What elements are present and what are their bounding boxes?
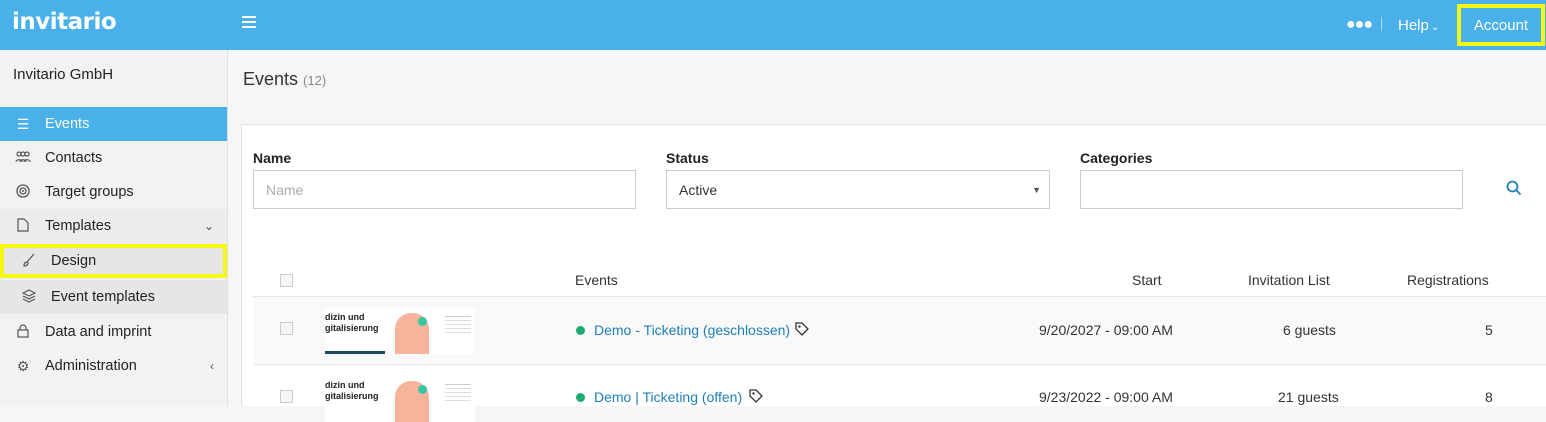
sidebar-item-label: Target groups — [45, 184, 134, 200]
column-header-invitation-list[interactable]: Invitation List — [1248, 272, 1330, 288]
event-registrations[interactable]: 8 — [1485, 389, 1493, 405]
categories-input[interactable] — [1080, 170, 1463, 209]
chevron-down-icon: ⌄ — [1430, 22, 1440, 33]
event-start: 9/23/2022 - 09:00 AM — [1039, 389, 1173, 405]
target-icon — [15, 183, 31, 201]
select-all-checkbox[interactable] — [280, 274, 293, 287]
account-button[interactable]: Account — [1457, 4, 1545, 46]
sidebar-item-label: Data and imprint — [45, 324, 152, 340]
org-name: Invitario GmbH — [13, 66, 114, 83]
chevron-left-icon: ‹ — [210, 359, 214, 373]
event-registrations[interactable]: 5 — [1485, 322, 1493, 338]
sidebar-item-label: Contacts — [45, 150, 103, 166]
more-icon[interactable]: ●●● — [1346, 16, 1373, 34]
gear-icon: ⚙ — [16, 357, 30, 374]
top-bar: invitario ●●● Help ⌄ Account — [0, 0, 1546, 50]
sidebar-item-templates[interactable]: Templates ⌄ — [0, 209, 227, 243]
sidebar-item-target-groups[interactable]: Target groups — [0, 175, 227, 209]
sidebar-item-label: Templates — [45, 218, 112, 234]
divider — [253, 364, 1546, 365]
caret-down-icon: ▼ — [1032, 184, 1041, 195]
name-filter-label: Name — [253, 150, 292, 166]
row-checkbox[interactable] — [280, 390, 293, 403]
list-icon: ☰ — [16, 115, 30, 132]
sidebar-item-data-and-imprint[interactable]: Data and imprint — [0, 315, 227, 349]
page-title-text: Events — [243, 69, 299, 89]
event-invitation-count[interactable]: 21 guests — [1278, 389, 1339, 405]
sidebar-item-contacts[interactable]: Contacts — [0, 141, 227, 175]
sidebar-item-label: Event templates — [51, 289, 155, 305]
tag-icon[interactable] — [749, 389, 763, 403]
column-header-start[interactable]: Start — [1132, 272, 1162, 288]
thumbnail-text-lines — [445, 316, 471, 317]
column-header-registrations[interactable]: Registrations — [1407, 272, 1489, 288]
event-link[interactable]: Demo - Ticketing (geschlossen) — [594, 322, 790, 338]
sidebar-item-label: Design — [51, 253, 97, 269]
brush-icon — [21, 253, 37, 270]
thumbnail-text: dizin und gitalisierung — [325, 312, 379, 333]
row-checkbox[interactable] — [280, 322, 293, 335]
thumbnail-text: dizin und gitalisierung — [325, 380, 379, 401]
status-filter-label: Status — [666, 150, 709, 166]
event-thumbnail[interactable]: dizin und gitalisierung — [325, 308, 475, 354]
layers-icon — [21, 288, 37, 306]
name-filter-input[interactable]: Name — [253, 170, 636, 209]
chevron-down-icon: ⌄ — [203, 219, 214, 233]
divider — [1381, 17, 1382, 31]
status-dot — [576, 393, 585, 402]
thumbnail-pin — [418, 385, 427, 394]
event-start: 9/20/2027 - 09:00 AM — [1039, 322, 1173, 338]
sidebar-item-label: Administration — [45, 358, 137, 374]
search-icon[interactable] — [1506, 180, 1522, 196]
thumbnail-pin — [418, 317, 427, 326]
thumbnail-bar — [325, 351, 385, 354]
event-link[interactable]: Demo | Ticketing (offen) — [594, 389, 742, 405]
status-select-value: Active — [679, 181, 718, 198]
sidebar-item-label: Events — [45, 116, 90, 132]
lock-icon — [15, 323, 31, 341]
tag-icon[interactable] — [795, 322, 809, 336]
thumbnail-text-lines — [445, 384, 471, 385]
people-icon — [15, 150, 31, 166]
help-label: Help — [1398, 17, 1429, 34]
sidebar-item-events[interactable]: ☰ Events — [0, 107, 227, 141]
status-dot — [576, 326, 585, 335]
logo[interactable]: invitario — [12, 9, 117, 35]
sidebar-item-design[interactable]: Design — [0, 244, 227, 278]
event-invitation-count[interactable]: 6 guests — [1283, 322, 1336, 338]
column-header-events[interactable]: Events — [575, 272, 618, 288]
sidebar-item-event-templates[interactable]: Event templates — [0, 280, 227, 314]
menu-icon[interactable] — [242, 16, 256, 30]
categories-filter-label: Categories — [1080, 150, 1153, 166]
help-menu[interactable]: Help ⌄ — [1398, 17, 1439, 34]
file-icon — [15, 217, 31, 235]
status-select[interactable]: Active ▼ — [666, 170, 1050, 209]
page-title: Events (12) — [243, 69, 326, 90]
event-thumbnail[interactable]: dizin und gitalisierung — [325, 376, 475, 422]
event-count: (12) — [303, 73, 327, 88]
sidebar-item-administration[interactable]: ⚙ Administration ‹ — [0, 349, 227, 383]
